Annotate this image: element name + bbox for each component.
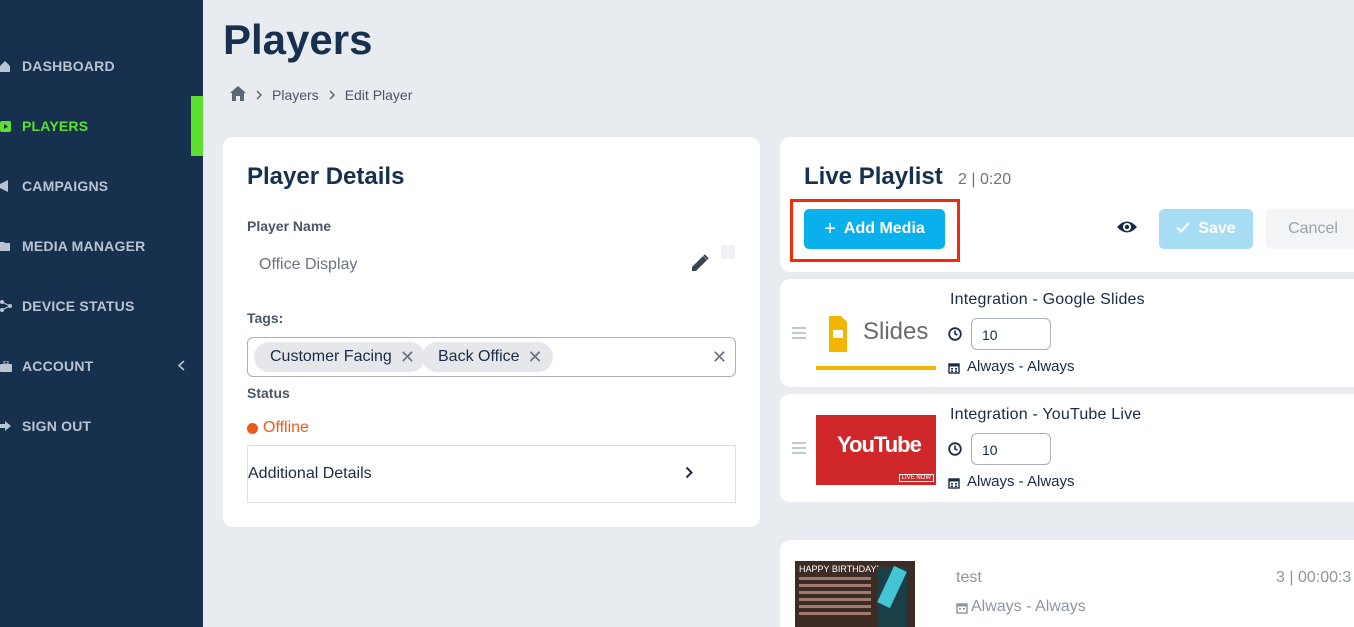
folder-icon (0, 241, 22, 251)
playlist-item: YouTube LIVE NOW Integration - YouTube L… (780, 394, 1354, 502)
sidebar-item-device-status[interactable]: DEVICE STATUS (0, 276, 203, 336)
home-icon (0, 60, 22, 72)
playlist-card[interactable]: HAPPY BIRTHDAY! test 3 | 00:00:3 Always … (780, 540, 1354, 627)
tag-chip: Back Office ✕ (422, 342, 553, 372)
slides-thumbnail: Slides (816, 300, 936, 370)
home-icon[interactable] (230, 86, 246, 104)
breadcrumb: Players Edit Player (230, 86, 412, 104)
drag-handle-icon[interactable] (792, 442, 806, 457)
tags-input[interactable]: Customer Facing ✕ Back Office ✕ ✕ (247, 337, 736, 377)
sidebar-item-players[interactable]: PLAYERS (0, 96, 203, 156)
sidebar-item-label: MEDIA MANAGER (22, 238, 146, 254)
calendar-icon (948, 476, 960, 494)
status-label: Status (247, 385, 290, 401)
status-badge: Offline (247, 419, 309, 437)
additional-details-label: Additional Details (248, 465, 372, 482)
breadcrumb-current: Edit Player (344, 87, 413, 103)
playlist-name: test (956, 569, 982, 586)
item-title: Integration - Google Slides (950, 291, 1145, 308)
chevron-right-icon (256, 87, 263, 103)
toggle-box[interactable] (721, 245, 735, 259)
clear-icon[interactable]: ✕ (712, 347, 727, 368)
live-playlist-card: Live Playlist 2 | 0:20 + Add Media Save … (780, 137, 1354, 272)
sidebar: DASHBOARD PLAYERS CAMPAIGNS MEDIA MANAGE… (0, 0, 203, 627)
chevron-left-icon[interactable] (177, 358, 185, 374)
sidebar-item-media-manager[interactable]: MEDIA MANAGER (0, 216, 203, 276)
close-icon[interactable]: ✕ (400, 347, 415, 368)
youtube-logo-text: YouTube (837, 432, 922, 457)
youtube-thumbnail: YouTube LIVE NOW (816, 415, 936, 485)
megaphone-icon (0, 180, 22, 192)
live-now-badge: LIVE NOW (898, 474, 934, 482)
playlist-meta: 3 | 00:00:3 (1276, 569, 1352, 586)
slides-logo-text: Slides (863, 318, 929, 345)
sidebar-item-label: DEVICE STATUS (22, 298, 135, 314)
add-media-button[interactable]: + Add Media (804, 209, 945, 249)
sidebar-item-campaigns[interactable]: CAMPAIGNS (0, 156, 203, 216)
sidebar-item-label: SIGN OUT (22, 418, 92, 434)
player-name-value: Office Display (259, 256, 358, 273)
sidebar-item-label: ACCOUNT (22, 358, 94, 374)
drag-handle-icon[interactable] (792, 327, 806, 342)
clock-icon (948, 327, 962, 346)
sidebar-item-label: DASHBOARD (22, 58, 115, 74)
chevron-right-icon (685, 466, 693, 484)
save-button[interactable]: Save (1159, 209, 1253, 249)
chevron-right-icon (329, 87, 335, 103)
sidebar-item-account[interactable]: ACCOUNT (0, 336, 203, 396)
network-icon (0, 300, 22, 312)
check-icon (1176, 220, 1191, 238)
duration-input[interactable]: 10 (971, 433, 1051, 465)
playlist-meta: 2 | 0:20 (958, 171, 1012, 188)
card-title: Player Details (247, 163, 405, 190)
active-indicator (191, 96, 203, 156)
schedule-text: Always - Always (971, 598, 1086, 615)
tag-chip: Customer Facing ✕ (254, 342, 425, 372)
sidebar-item-dashboard[interactable]: DASHBOARD (0, 36, 203, 96)
pencil-icon[interactable] (691, 254, 709, 277)
playlist-title: Live Playlist (804, 163, 943, 190)
sidebar-item-sign-out[interactable]: SIGN OUT (0, 396, 203, 456)
calendar-icon (956, 601, 968, 619)
sidebar-item-label: CAMPAIGNS (22, 178, 109, 194)
playlist-item: Slides Integration - Google Slides 10 Al… (780, 279, 1354, 387)
thumbnail-list (799, 577, 871, 619)
thumbnail-graphic (877, 565, 907, 627)
cancel-button[interactable]: Cancel (1266, 209, 1354, 249)
player-details-card: Player Details Player Name Office Displa… (223, 137, 760, 527)
plus-icon: + (824, 217, 836, 240)
additional-details-row[interactable]: Additional Details (247, 445, 736, 503)
breadcrumb-link-players[interactable]: Players (272, 87, 319, 103)
briefcase-icon (0, 360, 22, 372)
item-title: Integration - YouTube Live (950, 406, 1142, 423)
schedule-text: Always - Always (967, 473, 1075, 490)
sign-out-icon (0, 421, 22, 431)
clock-icon (948, 442, 962, 461)
status-value: Offline (263, 419, 309, 436)
save-label: Save (1198, 220, 1236, 237)
cancel-label: Cancel (1288, 220, 1338, 237)
thumbnail-heading: HAPPY BIRTHDAY! (799, 564, 880, 574)
tags-label: Tags: (247, 310, 284, 326)
status-dot-icon (247, 422, 258, 434)
eye-icon[interactable] (1117, 220, 1137, 239)
play-icon (0, 120, 22, 132)
page-title: Players (223, 16, 373, 63)
duration-input[interactable]: 10 (971, 318, 1051, 350)
schedule-text: Always - Always (967, 358, 1075, 375)
add-media-label: Add Media (843, 220, 925, 237)
sidebar-item-label: PLAYERS (22, 118, 89, 134)
player-name-label: Player Name (247, 218, 332, 234)
calendar-icon (948, 361, 960, 379)
birthday-thumbnail: HAPPY BIRTHDAY! (795, 561, 915, 627)
close-icon[interactable]: ✕ (528, 347, 543, 368)
tag-label: Customer Facing (270, 348, 392, 365)
tag-label: Back Office (438, 348, 520, 365)
